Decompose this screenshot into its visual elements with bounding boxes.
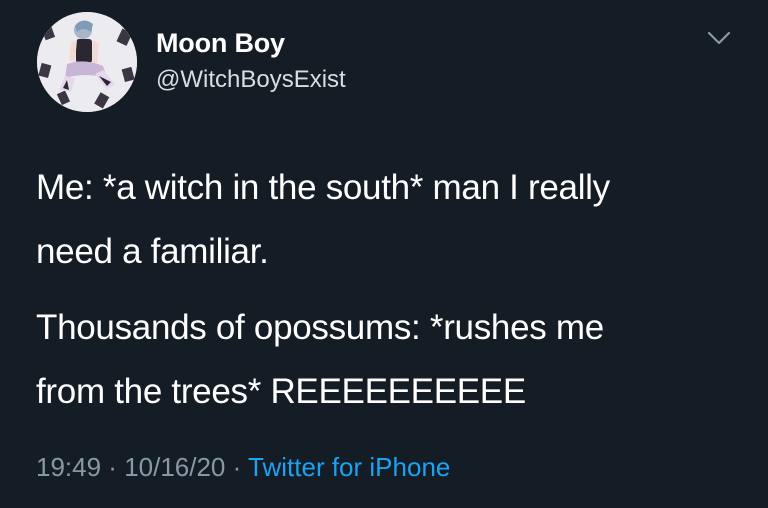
meta-separator: · [225,452,249,482]
tweet-meta: 19:49 · 10/16/20 · Twitter for iPhone [36,452,450,483]
avatar[interactable] [37,12,137,112]
tweet-date[interactable]: 10/16/20 [124,452,225,482]
display-name[interactable]: Moon Boy [156,28,285,59]
tweet-card: Moon Boy @WitchBoysExist Me: *a witch in… [0,0,768,508]
tweet-source-link[interactable]: Twitter for iPhone [248,452,450,482]
tweet-paragraph-1: Me: *a witch in the south* man I really … [36,168,610,271]
tweet-time[interactable]: 19:49 [36,452,101,482]
user-handle[interactable]: @WitchBoysExist [156,66,346,94]
tweet-paragraph-2: Thousands of opossums: *rushes me from t… [36,308,604,411]
tweet-text: Me: *a witch in the south* man I really … [36,156,736,424]
meta-separator: · [101,452,125,482]
avatar-illustration [37,12,137,112]
chevron-down-icon[interactable] [706,28,732,48]
